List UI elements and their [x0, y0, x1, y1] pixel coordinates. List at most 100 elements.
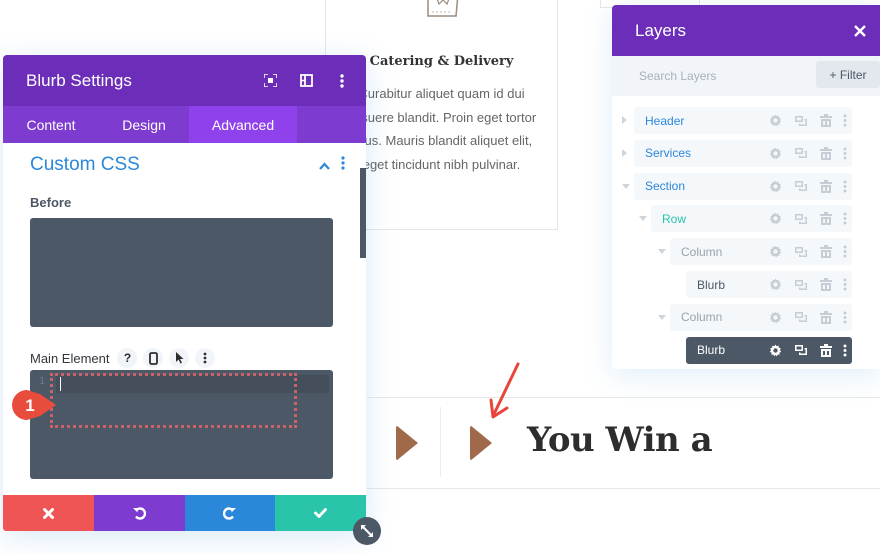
- before-css-editor[interactable]: [30, 218, 333, 327]
- layers-search-bar: + Filter: [612, 56, 880, 96]
- mobile-icon[interactable]: [143, 348, 164, 368]
- gear-icon[interactable]: [763, 180, 788, 193]
- main-element-label: Main Element: [30, 350, 110, 366]
- layer-label: Blurb: [697, 277, 726, 292]
- gear-icon[interactable]: [763, 245, 788, 258]
- main-element-label-row: Main Element ?: [30, 348, 221, 368]
- gear-icon[interactable]: [763, 278, 788, 291]
- band-heading: You Win a: [527, 420, 713, 460]
- layer-label: Column: [681, 310, 723, 325]
- more-icon[interactable]: [341, 156, 345, 175]
- trash-icon[interactable]: [813, 146, 838, 160]
- more-icon[interactable]: [838, 180, 852, 193]
- redo-button[interactable]: [184, 495, 276, 531]
- layer-item-section[interactable]: Services: [634, 139, 852, 167]
- gear-icon[interactable]: [763, 114, 788, 127]
- search-layers-input[interactable]: [639, 69, 809, 83]
- layer-item-column[interactable]: Column: [670, 303, 852, 331]
- more-icon[interactable]: [838, 311, 852, 324]
- annotation-arrow-icon: [489, 362, 520, 419]
- caret-down-icon[interactable]: [639, 216, 647, 222]
- duplicate-icon[interactable]: [788, 115, 813, 127]
- caret-down-icon[interactable]: [658, 249, 666, 255]
- settings-header[interactable]: Blurb Settings: [3, 55, 366, 106]
- split-view-icon[interactable]: [288, 55, 324, 106]
- save-button[interactable]: [275, 495, 366, 531]
- annotation-highlight-box: [50, 373, 297, 428]
- hover-cursor-icon[interactable]: [169, 348, 190, 368]
- duplicate-icon[interactable]: [788, 147, 813, 159]
- layer-item-section[interactable]: Header: [634, 107, 852, 134]
- trash-icon[interactable]: [813, 245, 838, 259]
- duplicate-icon[interactable]: [788, 311, 813, 323]
- resize-icon: [361, 525, 373, 537]
- layer-label: Row: [662, 211, 687, 226]
- caret-down-icon[interactable]: [658, 314, 666, 320]
- gear-icon[interactable]: [763, 147, 788, 160]
- divider: [367, 397, 880, 398]
- shopping-bag-icon: [427, 0, 459, 17]
- undo-button[interactable]: [93, 495, 185, 531]
- divider: [367, 488, 880, 489]
- caret-right-icon[interactable]: [622, 116, 627, 124]
- cancel-button[interactable]: [3, 495, 94, 531]
- duplicate-icon[interactable]: [788, 246, 813, 258]
- layer-item-column[interactable]: Column: [670, 238, 852, 266]
- layer-label: Column: [681, 244, 723, 259]
- layer-label: Blurb: [697, 343, 726, 358]
- layer-item-row[interactable]: Row: [651, 205, 852, 233]
- layer-item-module[interactable]: Blurb: [686, 336, 852, 364]
- duplicate-icon[interactable]: [788, 279, 813, 291]
- layer-label: Section: [645, 179, 686, 194]
- duplicate-icon[interactable]: [788, 213, 813, 225]
- layer-label: Services: [645, 146, 692, 161]
- close-layers-button[interactable]: [840, 5, 880, 56]
- more-icon[interactable]: [838, 245, 852, 258]
- more-icon[interactable]: [838, 212, 852, 225]
- badge-number: 1: [25, 396, 34, 415]
- settings-title: Blurb Settings: [26, 70, 132, 90]
- layers-header[interactable]: Layers: [612, 5, 880, 56]
- blurb-settings-panel: Blurb Settings Content Design Advanced C…: [3, 55, 366, 531]
- gear-icon[interactable]: [763, 212, 788, 225]
- layer-item-section[interactable]: Section: [634, 172, 852, 200]
- layer-label: Header: [645, 113, 685, 128]
- more-icon[interactable]: [838, 278, 852, 291]
- trash-icon[interactable]: [813, 343, 838, 357]
- filter-button[interactable]: + Filter: [816, 61, 880, 88]
- more-icon[interactable]: [838, 114, 852, 127]
- caret-down-icon[interactable]: [622, 183, 630, 189]
- settings-footer: [3, 495, 366, 531]
- more-icon[interactable]: [838, 344, 852, 357]
- redo-icon: [222, 507, 236, 520]
- settings-body: Custom CSS Before Main Element ? 1: [3, 143, 366, 487]
- trash-icon[interactable]: [813, 179, 838, 193]
- tab-advanced[interactable]: Advanced: [189, 106, 297, 143]
- section-title[interactable]: Custom CSS: [30, 154, 140, 176]
- check-icon: [314, 508, 328, 518]
- duplicate-icon[interactable]: [788, 344, 813, 356]
- more-icon[interactable]: [838, 147, 852, 160]
- close-icon: [42, 507, 54, 519]
- tab-design[interactable]: Design: [99, 106, 189, 143]
- trash-icon[interactable]: [813, 212, 838, 226]
- layer-item-module[interactable]: Blurb: [686, 271, 852, 298]
- gear-icon[interactable]: [763, 344, 788, 357]
- gear-icon[interactable]: [763, 311, 788, 324]
- settings-scrollbar[interactable]: [360, 168, 366, 258]
- resize-handle[interactable]: [353, 517, 381, 545]
- trash-icon[interactable]: [813, 114, 838, 127]
- undo-icon: [133, 507, 147, 520]
- more-icon[interactable]: [324, 55, 360, 106]
- layers-title: Layers: [635, 20, 687, 40]
- trash-icon[interactable]: [813, 310, 838, 324]
- duplicate-icon[interactable]: [788, 180, 813, 192]
- chevron-up-icon[interactable]: [319, 157, 330, 175]
- more-icon[interactable]: [195, 348, 216, 368]
- tab-content[interactable]: Content: [3, 106, 99, 143]
- play-triangle-icon: [470, 425, 492, 461]
- trash-icon[interactable]: [813, 278, 838, 291]
- fullscreen-icon[interactable]: [252, 55, 288, 106]
- caret-right-icon[interactable]: [622, 148, 627, 157]
- help-icon[interactable]: ?: [117, 348, 138, 368]
